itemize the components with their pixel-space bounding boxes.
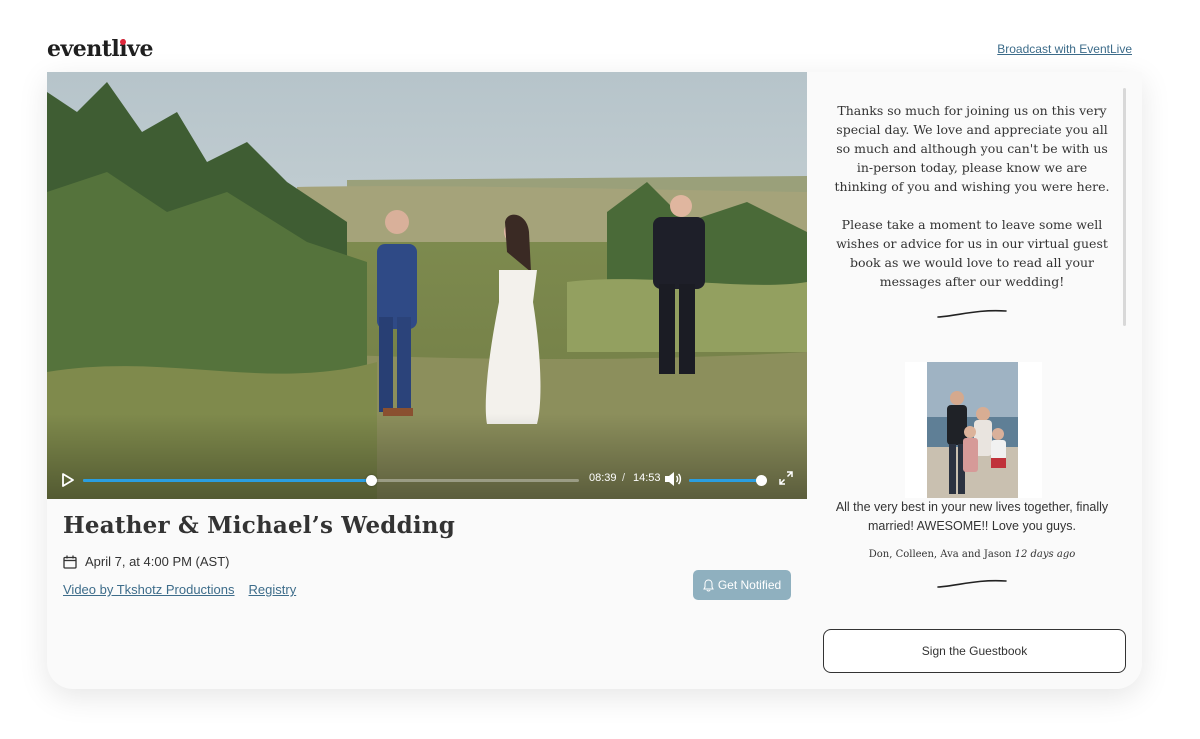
guestbook-entry-meta: Don, Colleen, Ava and Jason 12 days ago [832,549,1112,560]
event-date: April 7, at 4:00 PM (AST) [85,554,230,569]
event-date-row: April 7, at 4:00 PM (AST) [63,554,230,569]
sign-the-guestbook-button[interactable]: Sign the Guestbook [823,629,1126,673]
current-time: 08:39 [589,472,617,484]
welcome-paragraph: Please take a moment to leave some well … [836,217,1108,289]
duration: 14:53 [633,472,661,484]
family-photo-image [927,362,1018,498]
guestbook-entry-author: Don, Colleen, Ava and Jason [868,549,1012,560]
guestbook-entry-time: 12 days ago [1014,549,1076,560]
progress-thumb[interactable] [366,475,378,486]
fullscreen-icon[interactable] [779,471,793,485]
video-controls: 08:39 / 14:53 [47,459,807,499]
event-links: Video by Tkshotz Productions Registry [63,582,310,597]
welcome-message: Thanks so much for joining us on this ve… [832,101,1112,291]
top-bar: eventli ve Broadcast with EventLive [0,0,1200,72]
volume-icon[interactable] [664,471,682,487]
registry-link[interactable]: Registry [249,582,297,597]
video-frame-image [47,72,807,499]
event-card: 08:39 / 14:53 Heather & Michael’s Weddin… [47,72,1142,689]
broadcast-with-eventlive-link[interactable]: Broadcast with EventLive [997,42,1132,56]
flourish-divider [937,579,1007,588]
guestbook-scroll-area[interactable]: Thanks so much for joining us on this ve… [807,72,1142,617]
volume-fill [689,479,761,482]
flourish-divider [937,309,1007,318]
get-notified-button[interactable]: Get Notified [693,570,791,600]
volume-thumb[interactable] [756,475,767,486]
guestbook-entry-message: All the very best in your new lives toge… [835,500,1109,533]
eventlive-logo[interactable]: eventli ve [47,36,153,62]
welcome-paragraph: Thanks so much for joining us on this ve… [834,103,1110,194]
video-player[interactable]: 08:39 / 14:53 [47,72,807,499]
progress-fill [83,479,372,482]
time-separator: / [622,472,626,484]
progress-bar[interactable] [83,475,579,486]
guestbook-panel: Thanks so much for joining us on this ve… [807,72,1142,689]
bell-icon [703,578,714,591]
video-by-link[interactable]: Video by Tkshotz Productions [63,582,235,597]
calendar-icon [63,555,77,569]
guestbook-photo[interactable] [905,362,1042,498]
event-title: Heather & Michael’s Wedding [63,512,455,539]
play-icon[interactable] [62,473,74,487]
volume-slider[interactable] [689,475,767,486]
guestbook-scrollbar[interactable] [1123,88,1126,326]
